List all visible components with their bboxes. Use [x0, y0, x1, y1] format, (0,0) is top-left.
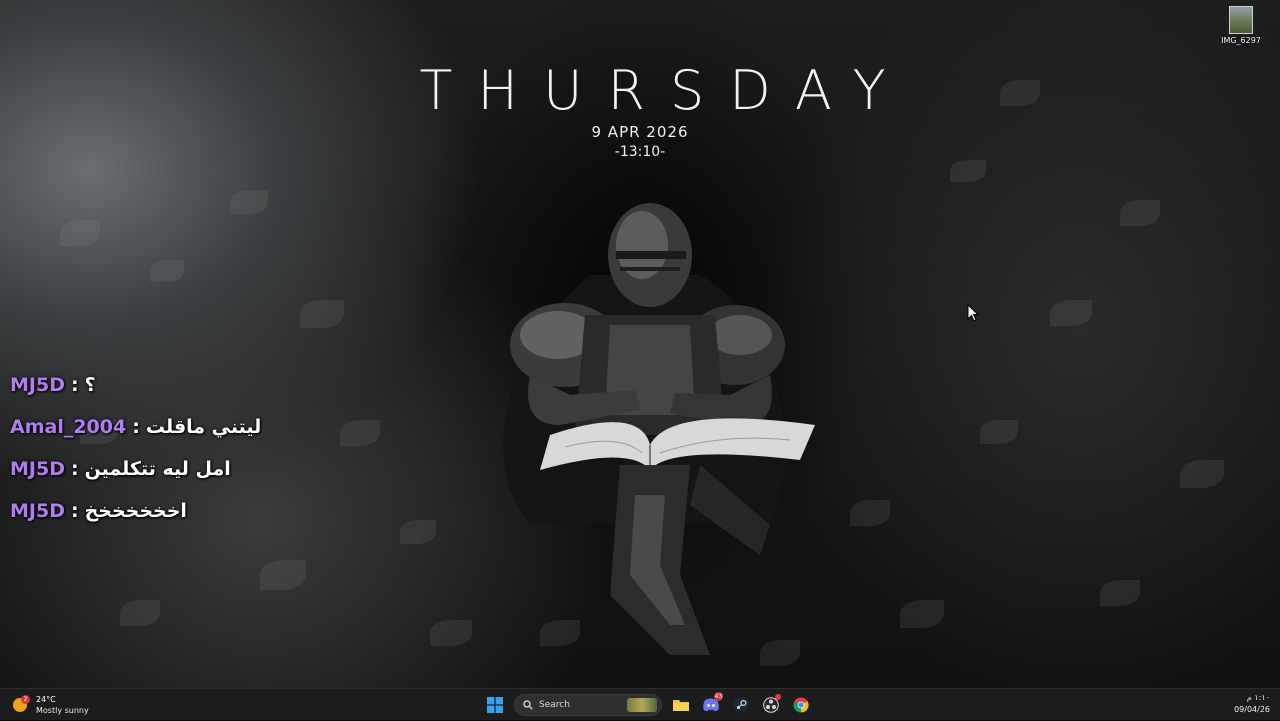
taskbar-search[interactable]: Search	[514, 694, 662, 716]
obs-button[interactable]	[757, 691, 785, 719]
chat-separator: :	[132, 416, 140, 438]
steam-icon	[733, 697, 749, 713]
search-highlight-image	[627, 698, 657, 712]
chat-message: Amal_2004 : ليتني ماقلت	[10, 406, 410, 448]
chat-message: MJ5D : امل ليه تتكلمين	[10, 448, 410, 490]
foliage-decoration	[1100, 580, 1140, 606]
taskbar: 2 24°C Mostly sunny Search 43 ١:١٠ م 09/…	[0, 688, 1280, 720]
weather-icon: 2	[12, 695, 30, 714]
foliage-decoration	[1180, 460, 1224, 488]
foliage-decoration	[60, 220, 100, 246]
foliage-decoration	[300, 300, 344, 328]
weather-temperature: 24°C	[36, 694, 56, 704]
start-button[interactable]	[481, 691, 509, 719]
chat-username: MJ5D	[10, 374, 65, 396]
chat-text: امل ليه تتكلمين	[84, 458, 231, 480]
system-clock[interactable]: ١:١٠ م 09/04/26	[1234, 692, 1270, 716]
chrome-button[interactable]	[787, 691, 815, 719]
chat-message: MJ5D : ؟	[10, 364, 410, 406]
weather-condition: Mostly sunny	[36, 705, 89, 715]
foliage-decoration	[1120, 200, 1160, 226]
chat-username: MJ5D	[10, 500, 65, 522]
file-explorer-button[interactable]	[667, 691, 695, 719]
discord-button[interactable]: 43	[697, 691, 725, 719]
chat-username: MJ5D	[10, 458, 65, 480]
desktop-icon-img-6297[interactable]: IMG_6297	[1218, 4, 1264, 45]
foliage-decoration	[1050, 300, 1092, 326]
chat-separator: :	[70, 374, 79, 396]
chat-separator: :	[70, 500, 79, 522]
knight-illustration	[503, 203, 815, 655]
desktop-wallpaper[interactable]: THURSDAY 9 APR 2026 -13:10- IMG_6297 MJ5…	[0, 0, 1280, 688]
foliage-decoration	[850, 500, 890, 526]
steam-button[interactable]	[727, 691, 755, 719]
foliage-decoration	[150, 260, 184, 282]
weather-badge: 2	[21, 695, 30, 704]
discord-notification-badge: 43	[714, 692, 723, 701]
date-label: 9 APR 2026	[591, 123, 689, 141]
chat-text: ؟	[84, 374, 96, 396]
windows-icon	[487, 697, 503, 713]
search-icon	[523, 700, 533, 710]
weather-widget[interactable]: 2 24°C Mostly sunny	[12, 693, 89, 717]
foliage-decoration	[230, 190, 268, 214]
chat-text: اخخخخخخخ	[84, 500, 187, 522]
chat-text: ليتني ماقلت	[145, 416, 262, 438]
chat-message: MJ5D : اخخخخخخخ	[10, 490, 410, 532]
recording-indicator	[775, 694, 781, 700]
chat-overlay: MJ5D : ؟ Amal_2004 : ليتني ماقلت MJ5D : …	[10, 364, 410, 532]
day-of-week-title: THURSDAY	[419, 59, 911, 122]
time-label: -13:10-	[614, 144, 666, 160]
image-file-icon	[1229, 6, 1253, 34]
chrome-icon	[793, 697, 809, 713]
foliage-decoration	[120, 600, 160, 626]
desktop-icon-label: IMG_6297	[1221, 36, 1261, 45]
system-date: 09/04/26	[1234, 705, 1270, 714]
system-time: ١:١٠ م	[1246, 693, 1270, 702]
chat-username: Amal_2004	[10, 416, 127, 438]
folder-icon	[673, 700, 689, 711]
mouse-pointer-icon	[967, 304, 979, 322]
foliage-decoration	[950, 160, 986, 182]
foliage-decoration	[980, 420, 1018, 444]
chat-separator: :	[70, 458, 79, 480]
foliage-decoration	[900, 600, 944, 628]
search-placeholder: Search	[539, 700, 570, 710]
foliage-decoration	[260, 560, 306, 590]
foliage-decoration	[430, 620, 472, 646]
taskbar-center: Search 43	[480, 689, 816, 721]
